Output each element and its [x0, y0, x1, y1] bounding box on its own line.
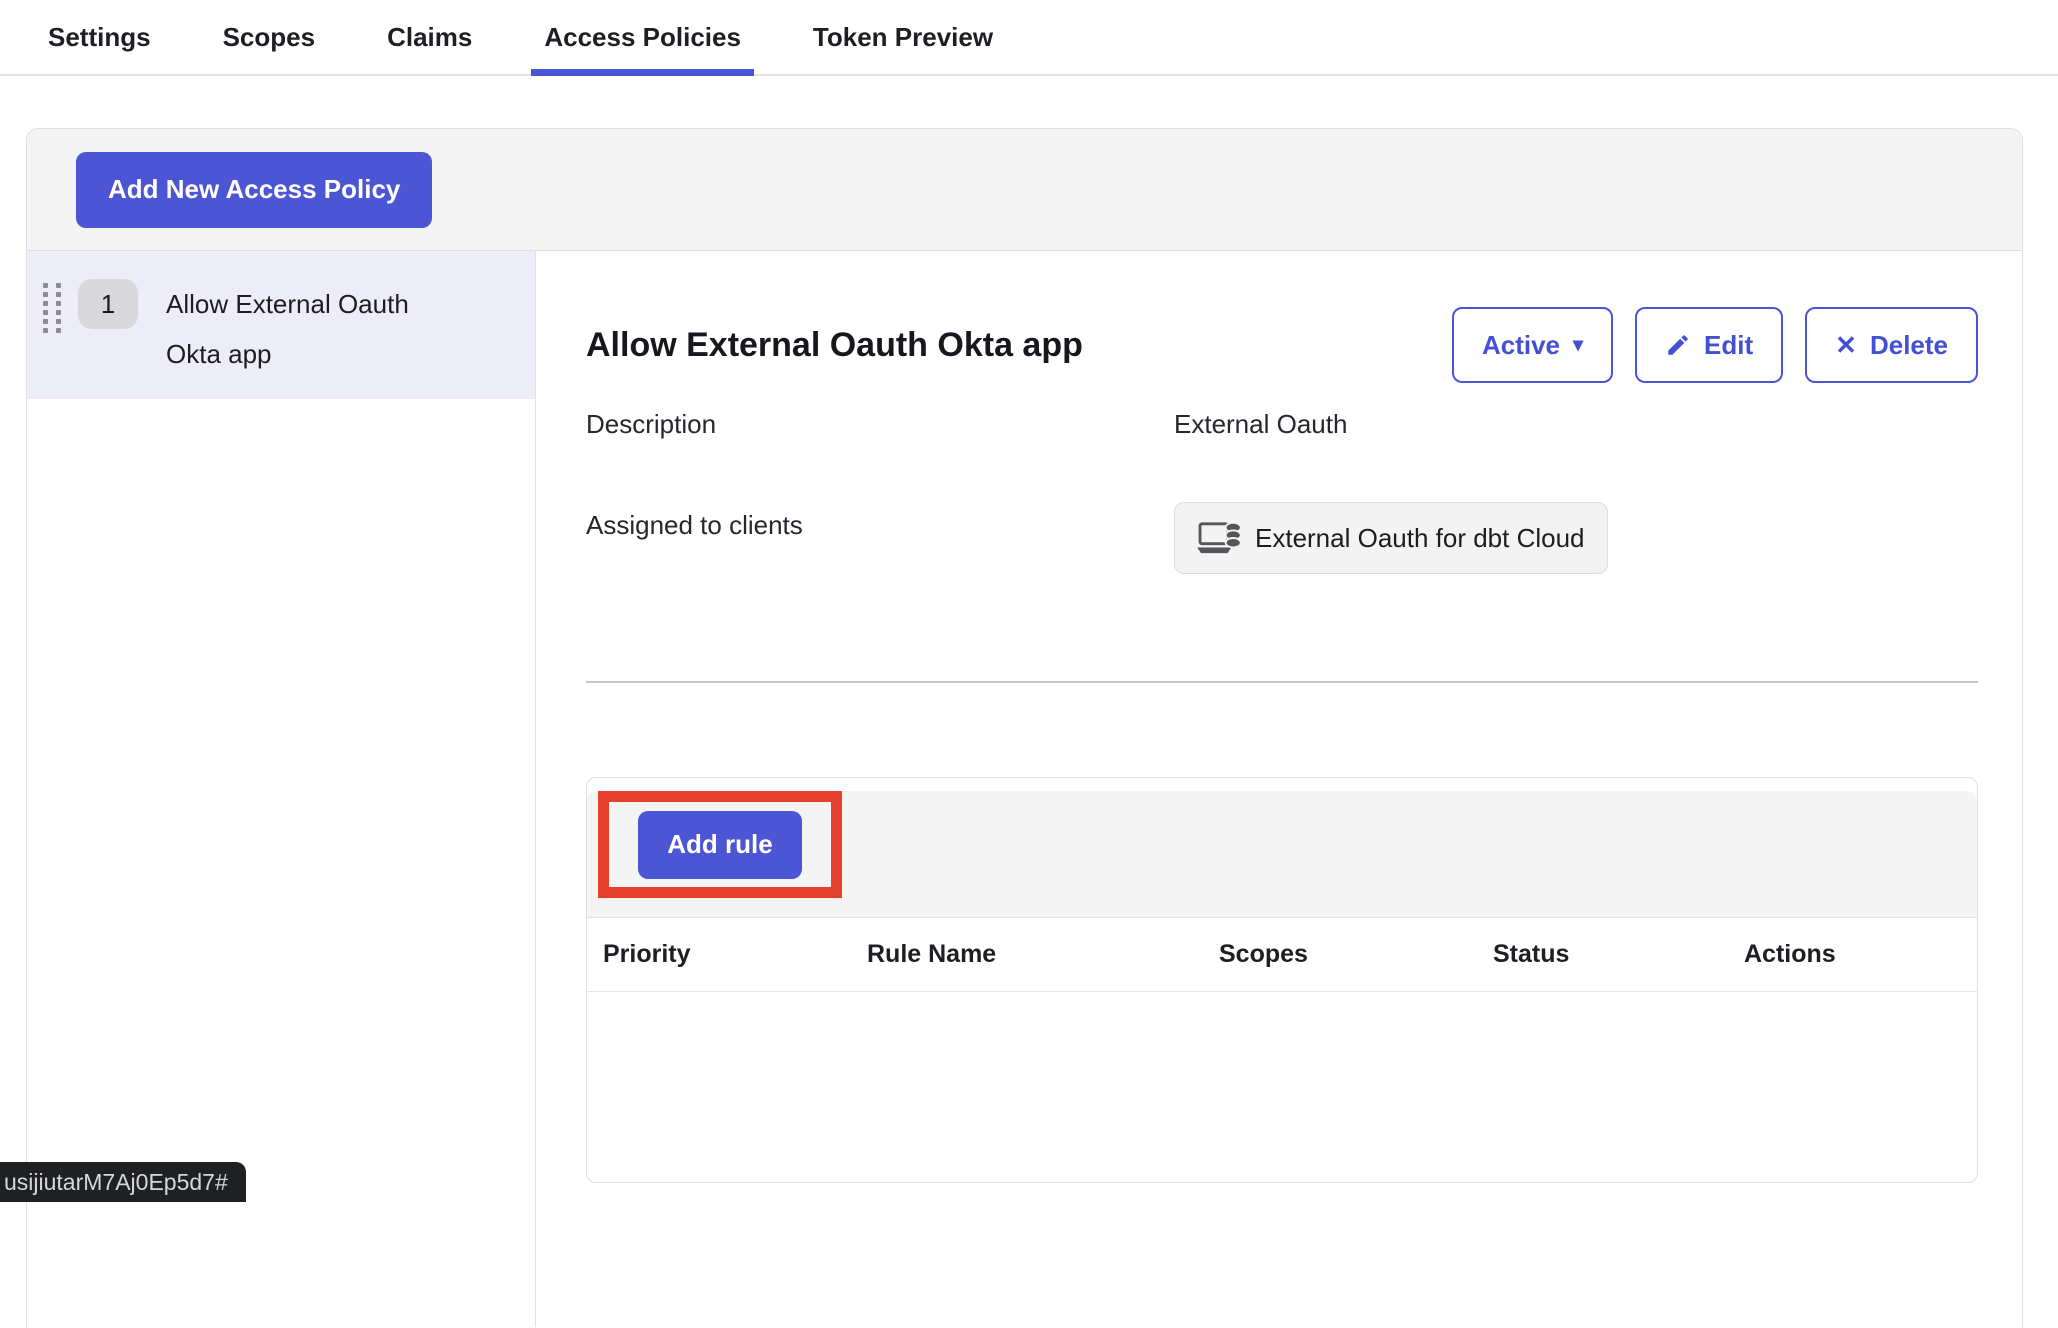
description-value: External Oauth — [1174, 409, 1347, 440]
column-priority: Priority — [603, 940, 867, 969]
delete-button[interactable]: ✕ Delete — [1805, 307, 1978, 383]
assigned-clients-label: Assigned to clients — [586, 502, 1174, 541]
rules-table-empty-body — [587, 992, 1977, 1196]
link-preview-status-bar: usijiutarM7Aj0Ep5d7# — [0, 1162, 246, 1202]
status-dropdown-button[interactable]: Active ▾ — [1452, 307, 1613, 383]
column-actions: Actions — [1744, 940, 1977, 969]
tab-scopes[interactable]: Scopes — [223, 0, 316, 74]
rules-panel: Add rule Priority Rule Name Scopes Statu… — [586, 777, 1978, 1183]
annotation-highlight-box: Add rule — [598, 791, 842, 898]
detail-title-row: Allow External Oauth Okta app Active ▾ E… — [586, 307, 1978, 383]
column-status: Status — [1493, 940, 1744, 969]
edit-button[interactable]: Edit — [1635, 307, 1783, 383]
tab-token-preview[interactable]: Token Preview — [813, 0, 993, 74]
tab-bar: Settings Scopes Claims Access Policies T… — [0, 0, 2058, 76]
column-scopes: Scopes — [1219, 940, 1493, 969]
tab-settings[interactable]: Settings — [48, 0, 151, 74]
add-rule-button[interactable]: Add rule — [638, 811, 802, 879]
card-toolbar: Add New Access Policy — [27, 129, 2022, 251]
tab-claims[interactable]: Claims — [387, 0, 472, 74]
policy-info: Description External Oauth Assigned to c… — [586, 409, 1978, 574]
section-divider — [586, 681, 1978, 683]
add-new-access-policy-button[interactable]: Add New Access Policy — [76, 152, 432, 228]
description-row: Description External Oauth — [586, 409, 1978, 440]
caret-down-icon: ▾ — [1573, 335, 1583, 355]
card-body: 1 Allow External Oauth Okta app Allow Ex… — [27, 251, 2022, 1327]
column-rule-name: Rule Name — [867, 940, 1219, 969]
client-app-icon — [1197, 520, 1241, 556]
drag-handle-icon[interactable] — [43, 283, 61, 333]
rules-table-header: Priority Rule Name Scopes Status Actions — [587, 918, 1977, 992]
rules-panel-header: Add rule — [587, 791, 1977, 918]
client-chip[interactable]: External Oauth for dbt Cloud — [1174, 502, 1608, 574]
edit-label: Edit — [1704, 330, 1753, 361]
policy-title: Allow External Oauth Okta app — [586, 326, 1083, 365]
status-label: Active — [1482, 330, 1560, 361]
tab-access-policies[interactable]: Access Policies — [544, 0, 741, 74]
policy-name: Allow External Oauth Okta app — [166, 279, 446, 379]
client-chip-label: External Oauth for dbt Cloud — [1255, 523, 1585, 554]
policy-list-item[interactable]: 1 Allow External Oauth Okta app — [27, 251, 535, 399]
pencil-icon — [1665, 332, 1691, 358]
policy-priority-badge: 1 — [78, 279, 138, 329]
policy-detail-pane: Allow External Oauth Okta app Active ▾ E… — [536, 251, 2022, 1327]
assigned-clients-row: Assigned to clients External Oauth for d — [586, 502, 1978, 574]
close-icon: ✕ — [1835, 332, 1857, 358]
description-label: Description — [586, 409, 1174, 440]
access-policies-card: Add New Access Policy 1 Allow External O… — [26, 128, 2023, 1328]
policy-action-buttons: Active ▾ Edit ✕ Delete — [1452, 307, 1978, 383]
delete-label: Delete — [1870, 330, 1948, 361]
